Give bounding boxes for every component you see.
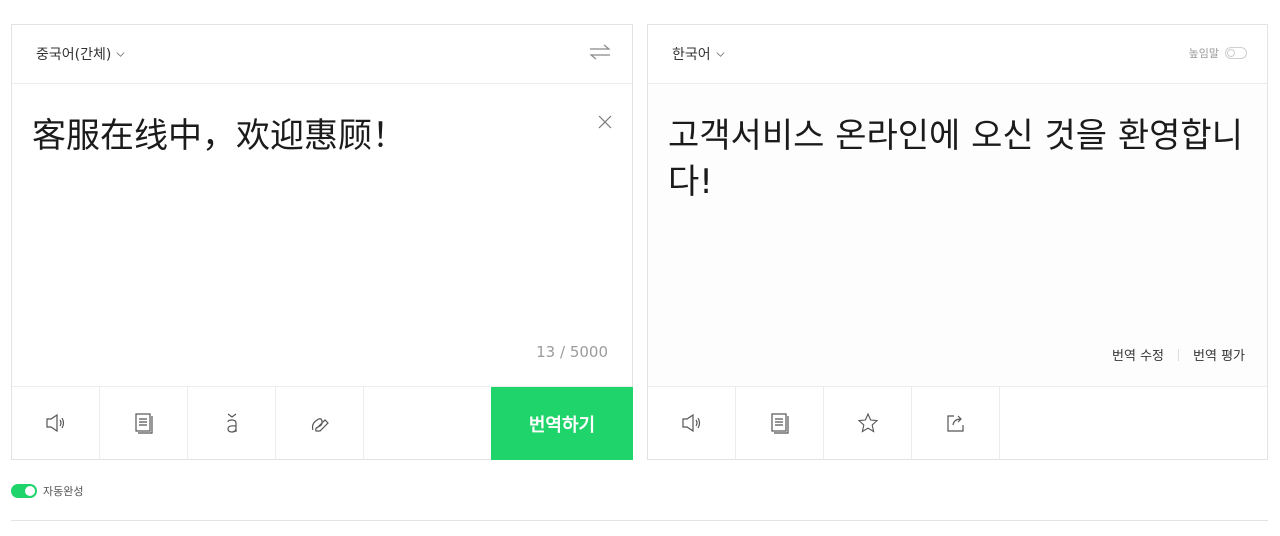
edit-links: 번역 수정 번역 평가 [1112, 345, 1245, 364]
source-language-select[interactable]: 중국어(간체) [36, 44, 125, 64]
source-panel: 중국어(간체) 客服在线中，欢迎惠顾！ 13 / 5000 번역하기 [11, 24, 633, 460]
target-header: 한국어 높임말 [648, 25, 1267, 84]
document-icon [134, 413, 153, 434]
rate-translation-link[interactable]: 번역 평가 [1193, 345, 1245, 364]
pen-icon [311, 418, 329, 432]
share-button[interactable] [912, 387, 1000, 459]
speaker-icon [681, 413, 700, 433]
edit-translation-link[interactable]: 번역 수정 [1112, 345, 1164, 364]
honorific-label: 높임말 [1188, 47, 1219, 60]
chevron-down-icon [116, 51, 125, 57]
share-icon [946, 415, 964, 432]
honorific-switch[interactable] [1225, 47, 1247, 59]
source-header: 중국어(간체) [12, 25, 632, 84]
source-toolbar: 번역하기 [12, 386, 633, 460]
chevron-down-icon [716, 51, 725, 57]
honorific-toggle[interactable]: 높임말 [1189, 45, 1247, 61]
copy-button[interactable] [736, 387, 824, 459]
target-language-label: 한국어 [672, 47, 711, 63]
translate-button[interactable]: 번역하기 [491, 387, 633, 460]
pinyin-button[interactable] [188, 387, 276, 459]
listen-button[interactable] [648, 387, 736, 459]
swap-languages-icon[interactable] [588, 42, 612, 62]
speaker-icon [45, 413, 64, 433]
divider [11, 520, 1268, 521]
handwriting-button[interactable] [276, 387, 364, 459]
char-count: 13 / 5000 [536, 343, 608, 361]
favorite-button[interactable] [824, 387, 912, 459]
source-language-label: 중국어(간체) [36, 47, 112, 63]
source-text-input[interactable]: 客服在线中，欢迎惠顾！ [32, 113, 592, 159]
target-language-select[interactable]: 한국어 [672, 44, 725, 64]
document-icon [770, 413, 789, 434]
pinyin-icon [226, 413, 237, 433]
translation-output: 고객서비스 온라인에 오신 것을 환영합니다! [668, 116, 1243, 202]
target-toolbar [648, 386, 1267, 459]
listen-button[interactable] [12, 387, 100, 459]
autocomplete-toggle[interactable]: 자동완성 [11, 483, 83, 499]
star-icon [857, 412, 878, 433]
target-panel: 한국어 높임말 고객서비스 온라인에 오신 것을 환영합니다! 번역 수정 번역… [647, 24, 1268, 460]
close-icon[interactable] [598, 115, 612, 129]
link-divider [1178, 348, 1180, 361]
dictionary-button[interactable] [100, 387, 188, 459]
autocomplete-switch[interactable] [11, 484, 37, 498]
autocomplete-label: 자동완성 [43, 485, 84, 498]
